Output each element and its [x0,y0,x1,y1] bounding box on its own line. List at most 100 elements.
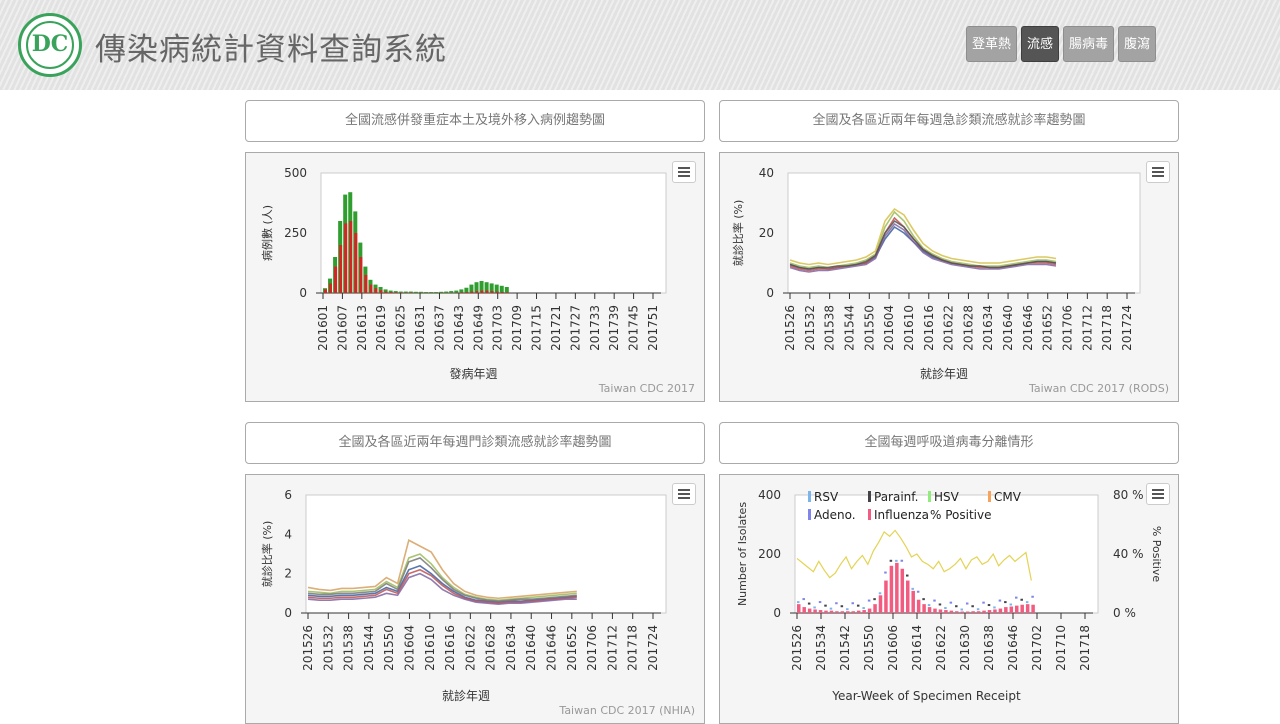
y-tick-label: 0 [284,606,292,620]
x-tick-label: 201604 [882,305,896,351]
x-tick-label: 201613 [355,305,369,351]
bar-other-virus [884,572,887,574]
x-tick-label: 201628 [484,625,498,671]
legend-swatch [928,491,931,502]
x-tick-label: 201622 [942,305,956,351]
y-axis-title: Number of Isolates [736,502,749,606]
x-axis-title: Year-Week of Specimen Receipt [831,689,1021,703]
x-tick-label: 201610 [902,305,916,351]
chart-opd-ili: 0246就診比率 (%)2015262015322015382015442015… [245,474,705,724]
nav-dengue-button[interactable]: 登革熱 [966,26,1017,62]
chart-respiratory-virus: 0200400Number of Isolates201526201534201… [719,474,1179,724]
x-tick-label: 201544 [362,625,376,671]
bar [491,291,494,293]
bar-influenza [988,610,992,613]
bar-other-virus [868,600,871,602]
nav-enterovirus-button[interactable]: 腸病毒 [1063,26,1114,62]
bar-other-virus [846,608,849,610]
bar-influenza [933,609,937,613]
bar-other-virus [835,602,838,604]
bar-influenza [797,604,801,613]
y2-tick-label: 40 % [1113,547,1144,561]
y-axis-title: 就診比率 (%) [731,200,745,267]
bar [449,291,453,293]
legend-swatch [868,491,871,502]
bar-influenza [961,612,965,613]
y-tick-label: 6 [284,488,292,502]
chart-menu-button[interactable] [1146,161,1170,183]
bar-influenza [846,611,850,613]
y-tick-label: 4 [284,527,292,541]
bar-other-virus [966,603,969,605]
x-tick-label: 201614 [910,625,924,671]
bar-other-virus [1015,597,1018,599]
legend-label: Parainf. [874,490,918,504]
chart-credit[interactable]: Taiwan CDC 2017 [599,382,695,395]
x-tick-label: 201622 [463,625,477,671]
bar-other-virus [933,600,936,602]
panel-title-respiratory-virus: 全國每週呼吸道病毒分離情形 [719,422,1179,464]
x-tick-label: 201718 [1078,625,1092,671]
nav-diarrhea-button[interactable]: 腹瀉 [1118,26,1156,62]
y-axis-title: 病例數 (人) [260,205,274,261]
bar-other-virus [922,598,925,600]
site-title: 傳染病統計資料查詢系統 [95,24,447,69]
logo-mark: DC [21,31,79,57]
x-tick-label: 201634 [504,625,518,671]
bar-influenza [802,607,806,613]
bar-influenza [1031,605,1035,613]
x-tick-label: 201619 [374,305,388,351]
legend-label: CMV [994,490,1022,504]
bar-other-virus [813,606,816,608]
bar-influenza [890,566,894,613]
y-tick-label: 20 [759,226,774,240]
y2-axis-title: % Positive [1150,526,1163,583]
x-tick-label: 201538 [342,625,356,671]
x-tick-label: 201526 [783,305,797,351]
bar-other-virus [955,605,958,607]
x-tick-label: 201526 [790,625,804,671]
bar-influenza [1010,607,1014,613]
bar-other-virus [901,560,904,562]
x-tick-label: 201715 [530,305,544,351]
y-tick-label: 0 [766,286,774,300]
chart-er-ili: 02040就診比率 (%)201526201532201538201544201… [719,152,1179,402]
legend-label: Adeno. [814,508,856,522]
legend-label: % Positive [930,508,991,522]
y-tick-label: 250 [284,226,307,240]
x-tick-label: 201745 [627,305,641,351]
bar [380,290,383,293]
bar [375,288,378,293]
bar [460,292,463,293]
panel-title-severe-cases: 全國流感併發重症本土及境外移入病例趨勢圖 [245,100,705,142]
x-tick-label: 201718 [626,625,640,671]
bar-other-virus [961,609,964,611]
y-tick-label: 0 [773,606,781,620]
bar-other-virus [928,604,931,606]
chart-er-ili-plot: 02040就診比率 (%)201526201532201538201544201… [720,153,1179,402]
bar [324,289,327,293]
bar-influenza [852,611,856,613]
x-tick-label: 201550 [382,625,396,671]
bar-influenza [993,609,997,613]
chart-credit[interactable]: Taiwan CDC 2017 (NHIA) [559,704,695,717]
bar-other-virus [1031,596,1034,598]
bar-influenza [971,611,975,613]
y-tick-label: 400 [758,488,781,502]
y2-tick-label: 80 % [1113,488,1144,502]
cdc-logo[interactable]: DC [18,13,82,77]
legend-swatch [988,491,991,502]
panel-title-opd-ili: 全國及各區近兩年每週門診類流感就診率趨勢圖 [245,422,705,464]
bar-other-virus [830,608,833,610]
x-tick-label: 201526 [301,625,315,671]
nav-influenza-button[interactable]: 流感 [1021,26,1059,62]
bar-influenza [906,581,910,613]
x-tick-label: 201625 [394,305,408,351]
x-tick-label: 201601 [316,305,330,351]
x-tick-label: 201751 [646,305,660,351]
bar-influenza [824,611,828,613]
chart-menu-button[interactable] [672,161,696,183]
chart-menu-button[interactable] [672,483,696,505]
chart-credit[interactable]: Taiwan CDC 2017 (RODS) [1029,382,1169,395]
chart-menu-button[interactable] [1146,483,1170,505]
